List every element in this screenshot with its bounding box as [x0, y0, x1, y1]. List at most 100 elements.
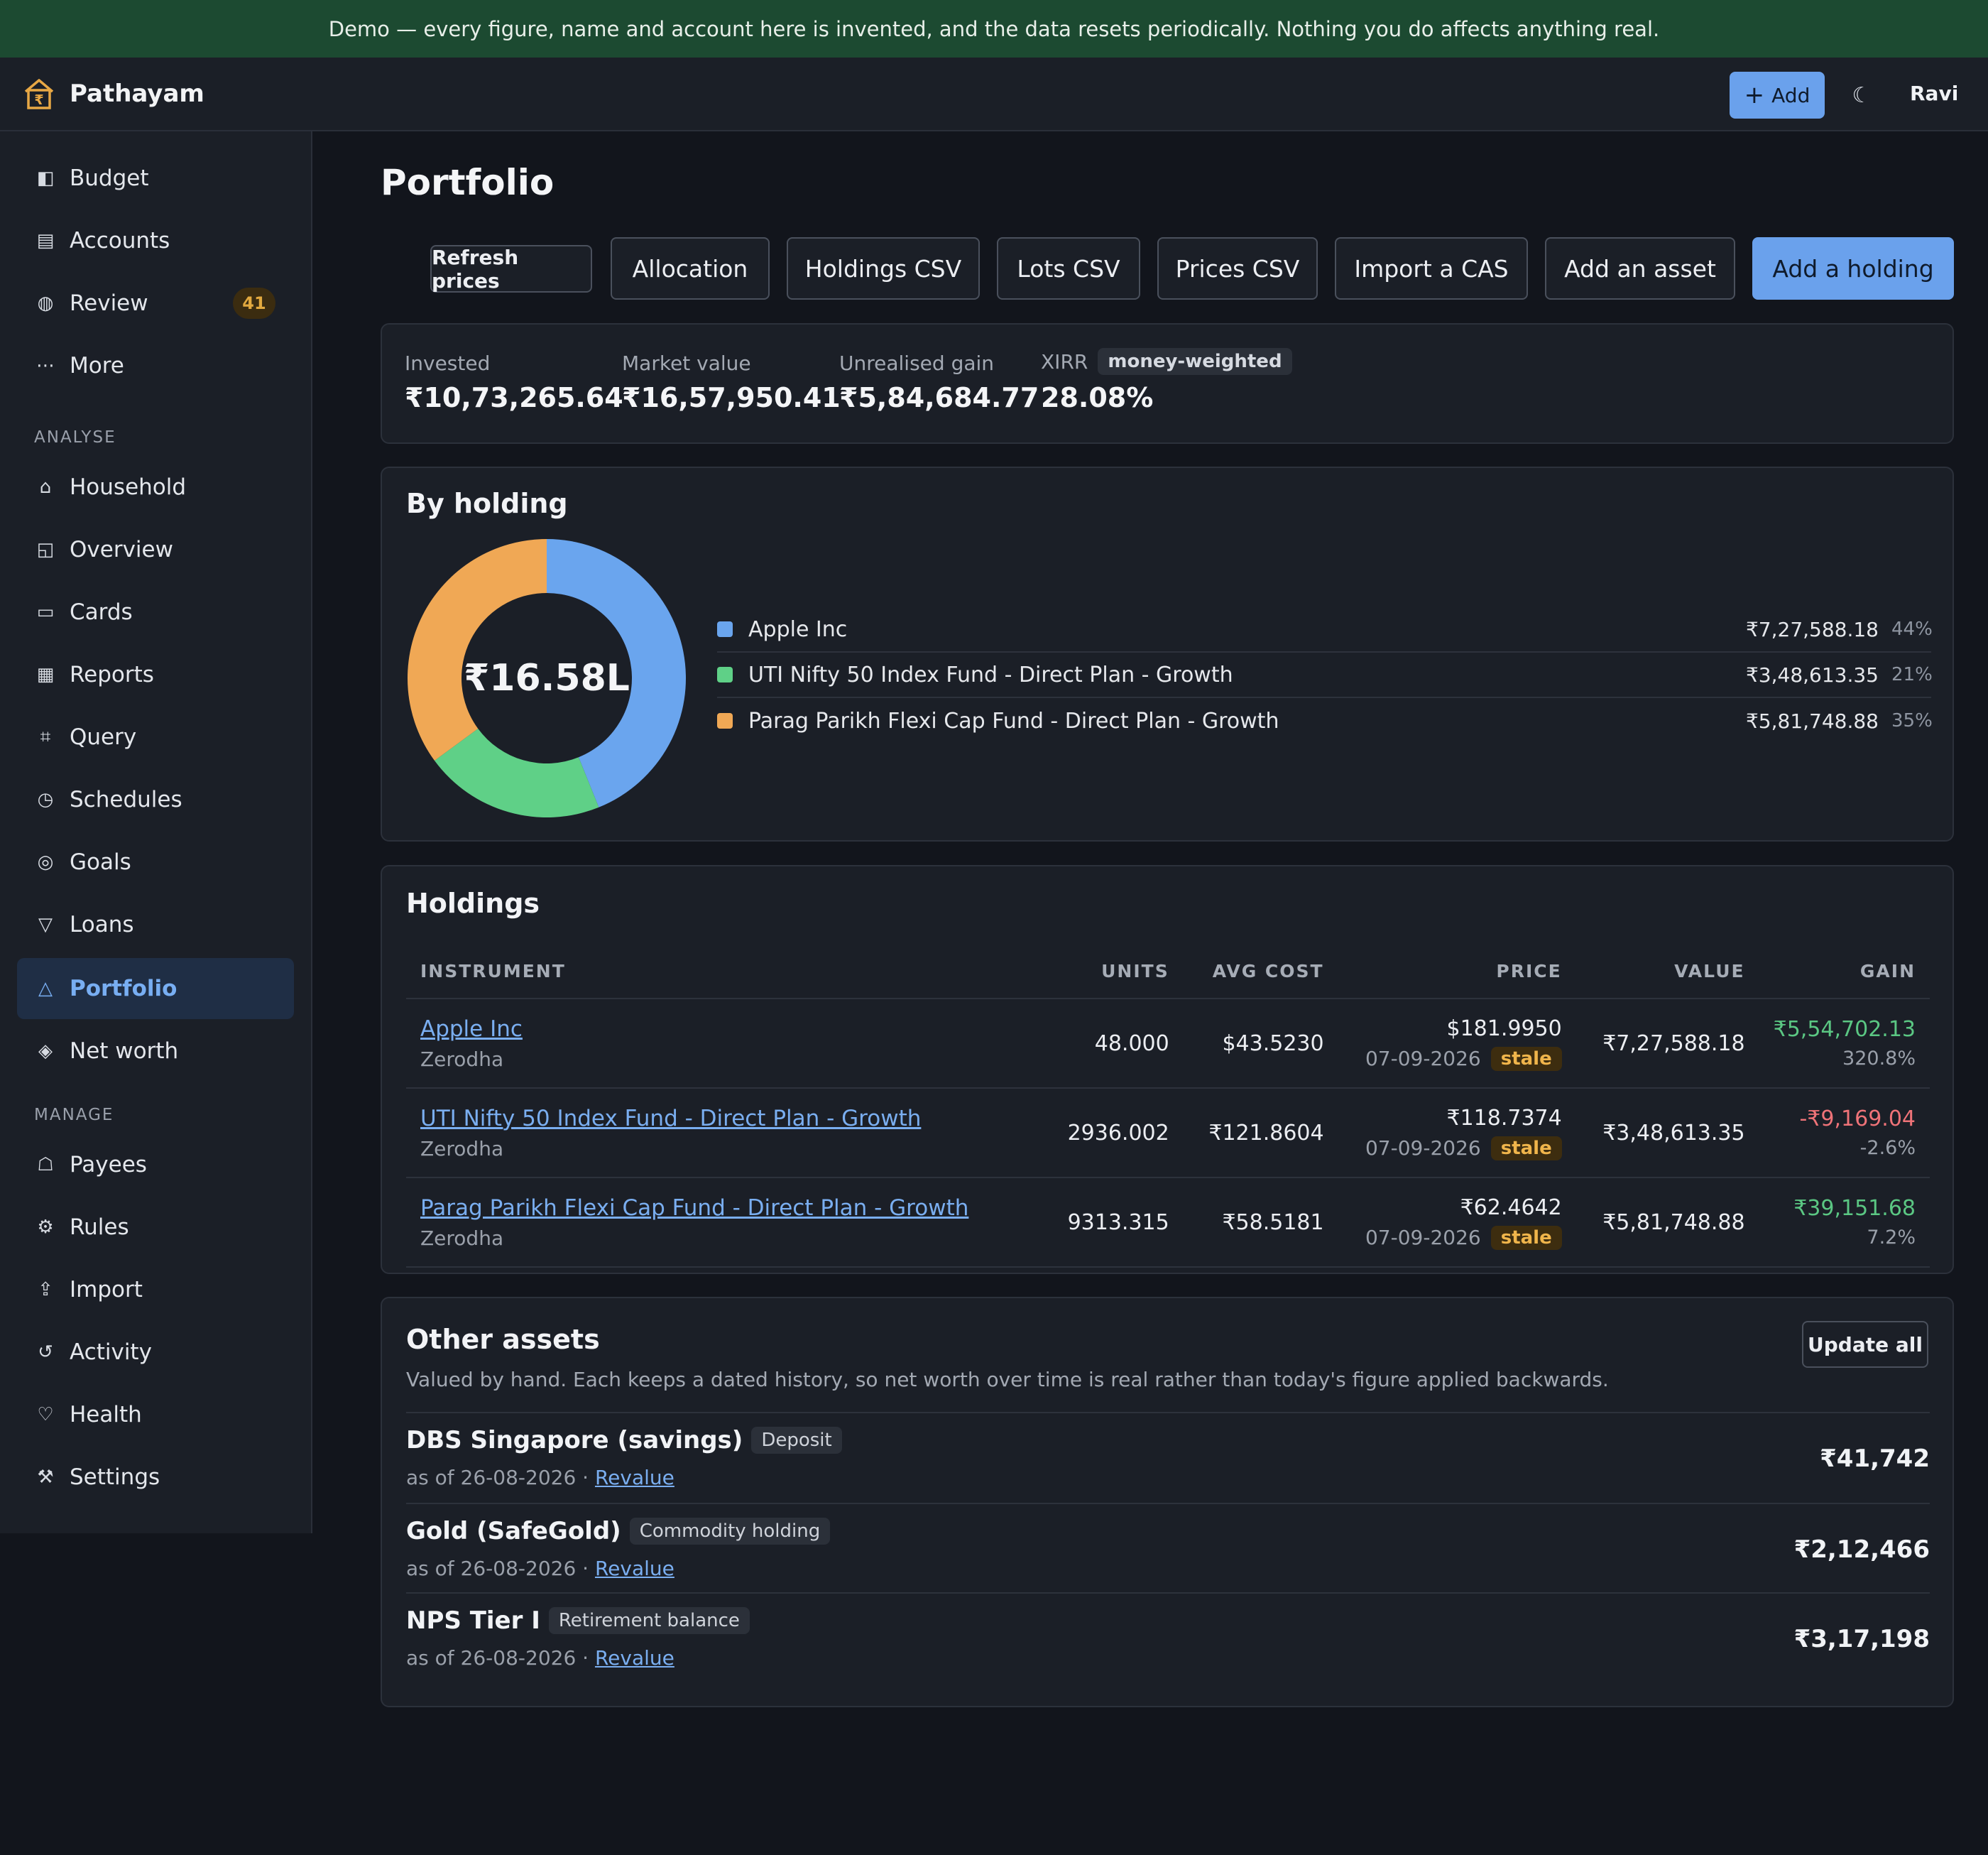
sidebar-item-activity[interactable]: ↺ Activity [17, 1322, 294, 1383]
sidebar-item-accounts[interactable]: ▤ Accounts [17, 210, 294, 271]
xirr-stat: XIRR money-weighted 28.08% [1041, 348, 1292, 413]
sidebar-item-portfolio[interactable]: △ Portfolio [17, 958, 294, 1019]
table-row: UTI Nifty 50 Index Fund - Direct Plan - … [406, 1088, 1930, 1178]
column-header[interactable]: GAIN [1759, 945, 1930, 999]
add-holding-button[interactable]: Add a holding [1752, 237, 1954, 300]
sidebar-item-health[interactable]: ♡ Health [17, 1384, 294, 1445]
sidebar-item-label: Activity [70, 1339, 152, 1365]
update-all-button[interactable]: Update all [1802, 1321, 1928, 1368]
gain-cell: ₹5,54,702.13 320.8% [1759, 999, 1930, 1089]
prices-csv-button[interactable]: Prices CSV [1157, 237, 1318, 300]
add-button[interactable]: + Add [1730, 72, 1825, 119]
value-cell: ₹7,27,588.18 [1575, 999, 1759, 1089]
import-cas-button[interactable]: Import a CAS [1335, 237, 1528, 300]
sidebar-item-reports[interactable]: ▦ Reports [17, 644, 294, 705]
instrument-link[interactable]: Apple Inc [420, 1016, 523, 1042]
stat-label: Unrealised gain [839, 352, 995, 375]
broker-label: Zerodha [420, 1047, 504, 1071]
brand-name: Pathayam [70, 80, 204, 108]
stale-badge: stale [1490, 1136, 1562, 1160]
gear-icon: ⚙ [37, 1217, 54, 1238]
sidebar-item-label: Goals [70, 849, 131, 875]
sidebar-item-overview[interactable]: ◱ Overview [17, 519, 294, 580]
legend-percent: 35% [1891, 710, 1933, 731]
lots-csv-button[interactable]: Lots CSV [997, 237, 1140, 300]
page-title: Portfolio [381, 162, 555, 203]
sidebar-item-label: Accounts [70, 228, 170, 254]
history-icon: ↺ [38, 1342, 53, 1363]
asset-meta: as of 26-08-2026 · Revalue [406, 1557, 674, 1580]
unrealised-gain-stat: Unrealised gain ₹5,84,684.77 [839, 352, 1039, 413]
column-header[interactable]: INSTRUMENT [406, 945, 1042, 999]
instrument-cell: Parag Parikh Flexi Cap Fund - Direct Pla… [406, 1177, 1042, 1268]
sidebar-item-settings[interactable]: ⚒ Settings [17, 1447, 294, 1508]
allocation-button[interactable]: Allocation [611, 237, 770, 300]
stat-value: ₹10,73,265.64 [405, 382, 623, 413]
column-header[interactable]: VALUE [1575, 945, 1759, 999]
price-meta: 07-09-2026 stale [1353, 1046, 1562, 1071]
holdings-csv-button[interactable]: Holdings CSV [787, 237, 980, 300]
asset-as-of: as of 26-08-2026 · [406, 1466, 595, 1489]
legend-value: ₹3,48,613.35 [1745, 663, 1879, 687]
asset-meta: as of 26-08-2026 · Revalue [406, 1646, 674, 1670]
revalue-link[interactable]: Revalue [595, 1646, 674, 1670]
sidebar-item-query[interactable]: ⌗ Query [17, 707, 294, 768]
legend-value: ₹7,27,588.18 [1745, 617, 1879, 641]
column-header[interactable]: AVG COST [1183, 945, 1338, 999]
more-icon: ⋯ [36, 355, 55, 376]
sidebar-item-label: Schedules [70, 787, 182, 812]
sidebar-item-net-worth[interactable]: ◈ Net worth [17, 1021, 294, 1082]
column-header[interactable]: PRICE [1338, 945, 1576, 999]
column-header[interactable]: UNITS [1041, 945, 1184, 999]
sidebar-item-review[interactable]: ◍ Review 41 [17, 273, 294, 334]
legend-item: Apple Inc ₹7,27,588.18 44% [717, 607, 1933, 653]
asset-value: ₹41,742 [1820, 1445, 1930, 1473]
gain-percent: -2.6% [1859, 1137, 1916, 1159]
avg-cost-cell: ₹58.5181 [1183, 1177, 1338, 1268]
revalue-link[interactable]: Revalue [595, 1557, 674, 1580]
target-icon: ◎ [37, 852, 54, 873]
refresh-prices-button[interactable]: Refresh prices [430, 245, 592, 293]
clock-icon: ◷ [37, 789, 54, 810]
asset-type-badge: Retirement balance [548, 1607, 750, 1634]
sidebar-item-payees[interactable]: ☖ Payees [17, 1134, 294, 1195]
stale-badge: stale [1490, 1225, 1562, 1250]
brand[interactable]: ₹ Pathayam [21, 76, 204, 111]
sidebar-item-label: Payees [70, 1152, 147, 1177]
sidebar-item-household[interactable]: ⌂ Household [17, 457, 294, 518]
sidebar-item-rules[interactable]: ⚙ Rules [17, 1197, 294, 1258]
sidebar-item-cards[interactable]: ▭ Cards [17, 582, 294, 643]
instrument-link[interactable]: UTI Nifty 50 Index Fund - Direct Plan - … [420, 1106, 921, 1131]
sidebar-item-goals[interactable]: ◎ Goals [17, 832, 294, 893]
revalue-link[interactable]: Revalue [595, 1466, 674, 1489]
stat-label: Invested [405, 352, 491, 375]
gain-percent: 320.8% [1842, 1048, 1916, 1070]
price-value: $181.9950 [1446, 1016, 1562, 1041]
add-asset-button[interactable]: Add an asset [1545, 237, 1735, 300]
holdings-card: Holdings INSTRUMENT UNITS AVG COST PRICE… [381, 865, 1954, 1274]
stat-value: ₹16,57,950.41 [622, 382, 841, 413]
sidebar-item-schedules[interactable]: ◷ Schedules [17, 769, 294, 830]
sidebar-item-more[interactable]: ⋯ More [17, 335, 294, 396]
holdings-table: INSTRUMENT UNITS AVG COST PRICE VALUE GA… [406, 945, 1930, 1268]
asset-row: DBS Singapore (savings) Deposit as of 26… [406, 1412, 1930, 1503]
other-assets-card: Other assets Valued by hand. Each keeps … [381, 1297, 1954, 1707]
moon-icon[interactable]: ☾ [1847, 76, 1876, 114]
accounts-icon: ▤ [36, 230, 55, 251]
sidebar-item-import[interactable]: ⇪ Import [17, 1259, 294, 1320]
sidebar-item-budget[interactable]: ◧ Budget [17, 148, 294, 209]
stat-value: 28.08% [1041, 382, 1154, 413]
sidebar-item-loans[interactable]: ▽ Loans [17, 894, 294, 955]
instrument-link[interactable]: Parag Parikh Flexi Cap Fund - Direct Pla… [420, 1195, 968, 1221]
stat-label: Market value [622, 352, 751, 375]
summary-card: Invested ₹10,73,265.64 Market value ₹16,… [381, 323, 1954, 444]
user-menu[interactable]: Ravi [1910, 82, 1958, 105]
asset-title: Gold (SafeGold) [406, 1517, 621, 1545]
sidebar-item-label: Health [70, 1402, 142, 1427]
loans-icon: ▽ [38, 914, 53, 935]
asset-row: NPS Tier I Retirement balance as of 26-0… [406, 1592, 1930, 1683]
legend-name: Apple Inc [748, 616, 848, 642]
reports-icon: ▦ [36, 664, 55, 685]
market-value-stat: Market value ₹16,57,950.41 [622, 352, 841, 413]
money-weighted-pill: money-weighted [1098, 348, 1292, 375]
